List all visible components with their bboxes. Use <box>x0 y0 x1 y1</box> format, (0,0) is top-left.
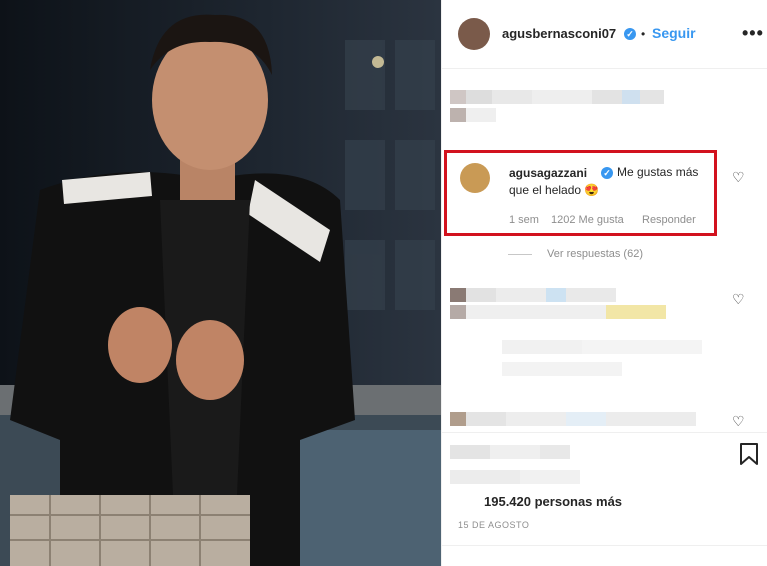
post-date: 15 DE AGOSTO <box>458 520 530 530</box>
post-photo <box>0 0 441 566</box>
comment-text-line2: que el helado 😍 <box>509 183 600 197</box>
heart-icon[interactable]: ♡ <box>732 169 745 186</box>
post-header: agusbernasconi07 ✓ • Seguir ••• <box>442 0 767 69</box>
separator-dot: • <box>641 27 646 41</box>
reply-button[interactable]: Responder <box>642 214 696 226</box>
blurred-comment <box>450 90 664 104</box>
divider <box>442 432 767 433</box>
verified-badge-icon: ✓ <box>624 28 636 40</box>
more-options-icon[interactable]: ••• <box>742 23 764 44</box>
comment-text-line1: Me gustas más <box>617 165 699 179</box>
author-avatar[interactable] <box>458 18 490 50</box>
heart-icon[interactable]: ♡ <box>732 291 745 308</box>
bookmark-icon[interactable] <box>738 442 760 466</box>
highlighted-comment: agusagazzani ✓ Me gustas más que el hela… <box>444 150 717 236</box>
commenter-avatar[interactable] <box>460 163 490 193</box>
author-username[interactable]: agusbernasconi07 <box>502 26 616 41</box>
heart-icon[interactable]: ♡ <box>732 413 745 430</box>
divider <box>442 545 767 546</box>
blurred-comment <box>450 288 616 302</box>
likes-count[interactable]: 195.420 personas más <box>484 494 622 509</box>
man-leather-jacket-photo <box>0 0 441 566</box>
view-replies-button[interactable]: Ver respuestas (62) <box>547 248 643 260</box>
commenter-username[interactable]: agusagazzani <box>509 166 587 180</box>
blurred-comment <box>450 412 696 426</box>
verified-badge-icon: ✓ <box>601 167 613 179</box>
follow-button[interactable]: Seguir <box>652 25 696 41</box>
comment-time[interactable]: 1 sem <box>509 214 539 226</box>
comment-likes[interactable]: 1202 Me gusta <box>551 214 624 226</box>
replies-divider <box>508 254 532 255</box>
post-side-panel: agusbernasconi07 ✓ • Seguir ••• agusagaz… <box>441 0 767 566</box>
